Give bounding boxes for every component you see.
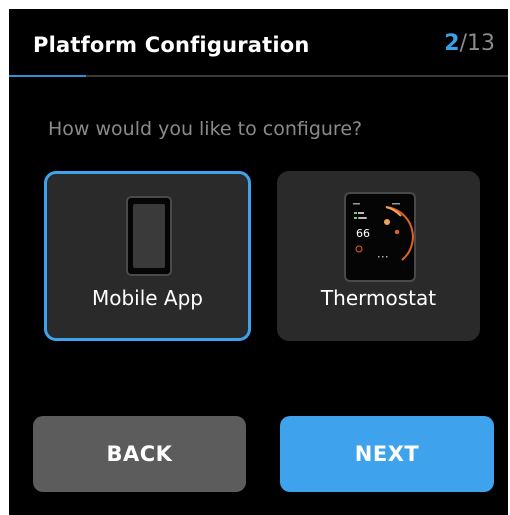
step-current: 2 [444, 31, 460, 56]
page-title: Platform Configuration [33, 33, 310, 57]
option-thermostat[interactable]: 66 Thermostat [277, 171, 480, 341]
header: Platform Configuration 2/13 [9, 9, 508, 75]
thermostat-icon: 66 [344, 192, 416, 282]
progress-bar [9, 75, 508, 77]
option-label-thermostat: Thermostat [320, 286, 437, 310]
option-label-mobile-app: Mobile App [91, 286, 204, 310]
screen: Platform Configuration 2/13 How would yo… [9, 9, 508, 515]
phone-icon [126, 196, 172, 276]
prompt-text: How would you like to configure? [48, 118, 363, 140]
thermostat-icon-temp: 66 [356, 227, 370, 240]
step-separator: / [459, 31, 467, 56]
phone-screen [133, 204, 165, 268]
progress-fill [9, 75, 86, 77]
step-total: 13 [467, 31, 495, 56]
option-mobile-app[interactable]: Mobile App [44, 171, 251, 341]
back-button[interactable]: BACK [33, 416, 246, 492]
step-counter: 2/13 [444, 31, 495, 56]
next-button[interactable]: NEXT [280, 416, 494, 492]
